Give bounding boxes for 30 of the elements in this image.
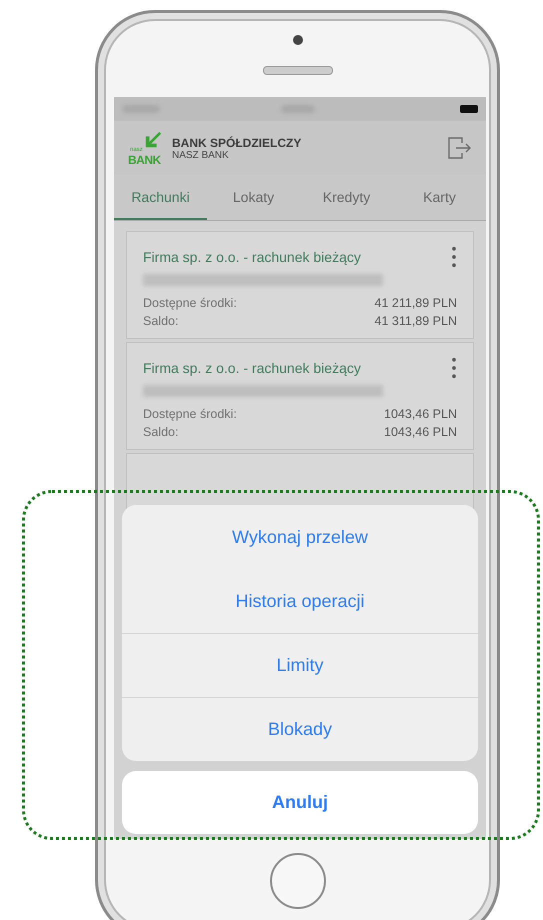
tab[interactable]: Kredyty [300,175,393,220]
balance-value: 1043,46 PLN [384,425,457,439]
balance-value: 1043,46 PLN [384,407,457,421]
tab[interactable]: Rachunki [114,175,207,220]
speaker-grille [263,66,333,75]
balance-value: 41 211,89 PLN [374,296,457,310]
arrow-icon [144,131,162,149]
cancel-button[interactable]: Anuluj [122,771,478,834]
balance-label: Dostępne środki: [143,407,237,421]
balance-value: 41 311,89 PLN [374,314,457,328]
account-card[interactable]: Firma sp. z o.o. - rachunek bieżący Dostępne środki: 1043,46 PLN Saldo: 1043,46 PLN [126,342,474,450]
more-icon[interactable] [451,246,457,268]
account-title: Firma sp. z o.o. - rachunek bieżący [143,360,361,376]
balance-label: Saldo: [143,314,178,328]
account-card[interactable]: Firma sp. z o.o. - rachunek bieżący Dostępne środki: 41 211,89 PLN Saldo: 41 311,89 PLN [126,231,474,339]
account-title: Firma sp. z o.o. - rachunek bieżący [143,249,361,265]
tab[interactable]: Karty [393,175,486,220]
more-icon[interactable] [451,357,457,379]
logout-icon[interactable] [446,135,472,161]
action-button[interactable]: Historia operacji [122,569,478,633]
bank-name: BANK SPÓŁDZIELCZY [172,136,302,150]
action-button[interactable]: Limity [122,633,478,697]
balance-label: Dostępne środki: [143,296,237,310]
bank-subtitle: NASZ BANK [172,150,230,160]
battery-icon [460,105,478,113]
action-button[interactable]: Wykonaj przelew [122,505,478,569]
balance-label: Saldo: [143,425,178,439]
tab[interactable]: Lokaty [207,175,300,220]
action-button[interactable]: Blokady [122,697,478,761]
camera-icon [293,35,303,45]
